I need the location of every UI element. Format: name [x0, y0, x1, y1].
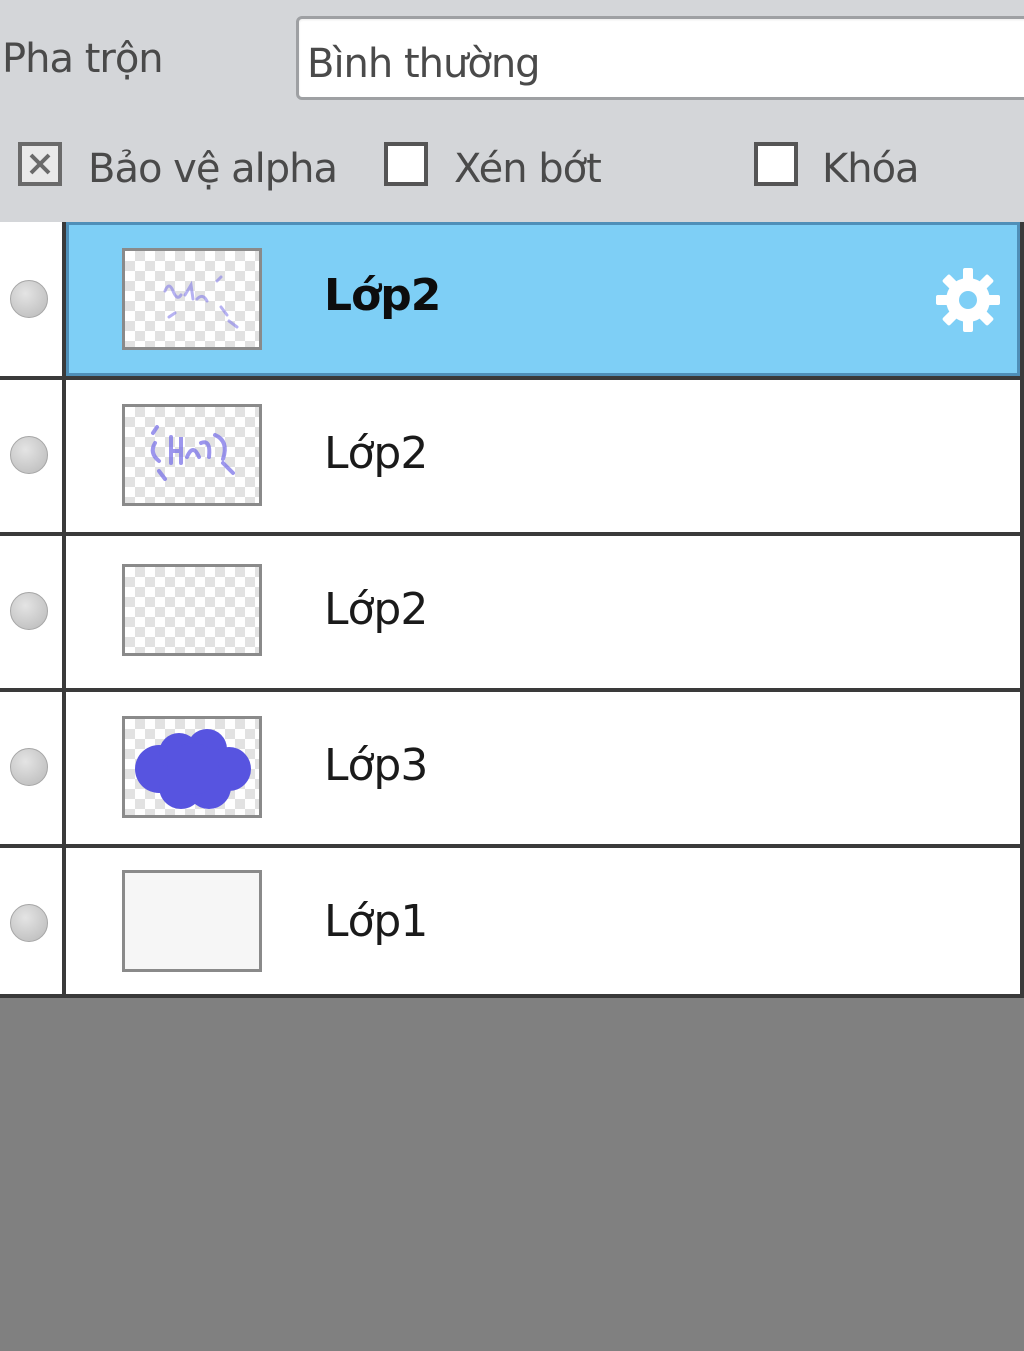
- layer-row-body[interactable]: Lớp2: [66, 222, 1020, 376]
- layer-row-body[interactable]: Lớp1: [66, 848, 1020, 998]
- visibility-toggle[interactable]: [10, 280, 48, 318]
- layer-row[interactable]: Lớp3: [0, 692, 1020, 846]
- checkbox-x-icon: [29, 153, 51, 175]
- layer-name: Lớp2: [324, 270, 441, 321]
- layer-name: Lớp1: [324, 896, 428, 947]
- blend-mode-label: Pha trộn: [2, 36, 164, 82]
- blob-thumbnail-image: [135, 729, 251, 809]
- lock-label: Khóa: [822, 146, 920, 192]
- layer-properties: Pha trộn Bình thường Bảo vệ alpha Xén bớ…: [0, 0, 1024, 222]
- layer-row[interactable]: Lớp1: [0, 848, 1020, 998]
- gear-icon[interactable]: [932, 264, 1004, 336]
- layer-thumbnail: [122, 404, 262, 506]
- clipping-option[interactable]: Xén bớt: [384, 140, 624, 196]
- layers-panel: Pha trộn Bình thường Bảo vệ alpha Xén bớ…: [0, 0, 1024, 1351]
- layer-list: Lớp2 Lớp2 Lớp2 Lớp3 Lớp1: [0, 222, 1024, 998]
- layer-row-body[interactable]: Lớp3: [66, 692, 1020, 846]
- visibility-toggle[interactable]: [10, 436, 48, 474]
- layer-thumbnail: [122, 870, 262, 972]
- layer-name: Lớp2: [324, 428, 428, 479]
- layer-thumbnail: [122, 716, 262, 818]
- protect-alpha-checkbox[interactable]: [18, 142, 62, 186]
- lock-checkbox[interactable]: [754, 142, 798, 186]
- visibility-toggle[interactable]: [10, 592, 48, 630]
- blend-mode-dropdown[interactable]: Bình thường: [296, 16, 1024, 100]
- protect-alpha-option[interactable]: Bảo vệ alpha: [18, 140, 338, 196]
- layer-row-body[interactable]: Lớp2: [66, 536, 1020, 690]
- lock-option[interactable]: Khóa: [754, 140, 934, 196]
- clipping-checkbox[interactable]: [384, 142, 428, 186]
- layer-name: Lớp2: [324, 584, 428, 635]
- scribble-thumbnail-image: [150, 425, 235, 481]
- layer-name: Lớp3: [324, 740, 428, 791]
- layer-row[interactable]: Lớp2: [0, 222, 1020, 376]
- scribble-thumbnail-image: [163, 275, 239, 329]
- layer-thumbnail: [122, 564, 262, 656]
- blend-mode-value: Bình thường: [307, 41, 541, 87]
- layer-row[interactable]: Lớp2: [0, 536, 1020, 690]
- layer-thumbnail: [122, 248, 262, 350]
- visibility-toggle[interactable]: [10, 904, 48, 942]
- layer-row-body[interactable]: Lớp2: [66, 380, 1020, 534]
- visibility-toggle[interactable]: [10, 748, 48, 786]
- layer-row[interactable]: Lớp2: [0, 380, 1020, 534]
- protect-alpha-label: Bảo vệ alpha: [88, 146, 338, 192]
- empty-list-area[interactable]: [0, 998, 1024, 1351]
- clipping-label: Xén bớt: [454, 146, 602, 192]
